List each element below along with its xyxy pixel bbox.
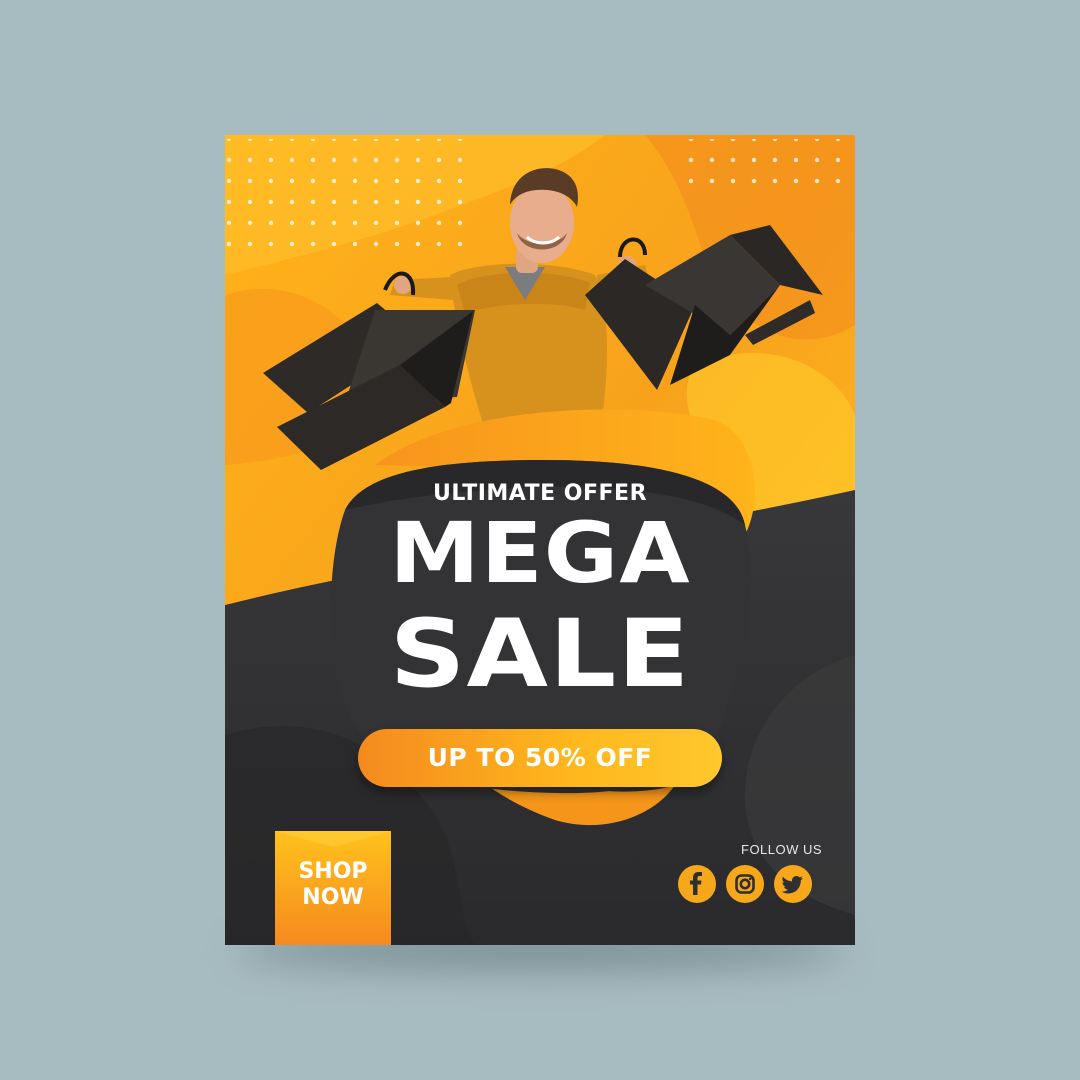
shop-now-line-1: SHOP [298, 859, 368, 884]
facebook-icon[interactable] [678, 865, 716, 903]
instagram-icon[interactable] [726, 865, 764, 903]
discount-text: UP TO 50% OFF [427, 743, 653, 772]
twitter-icon[interactable] [774, 865, 812, 903]
canvas: ULTIMATE OFFER MEGA SALE UP TO 50% OFF S… [0, 0, 1080, 1080]
shop-now-line-2: NOW [302, 885, 364, 910]
discount-pill: UP TO 50% OFF [358, 729, 722, 787]
shop-now-button[interactable]: SHOP NOW [275, 831, 391, 945]
headline-mega: MEGA [389, 504, 691, 602]
follow-us-label: FOLLOW US [741, 842, 823, 857]
sale-poster: ULTIMATE OFFER MEGA SALE UP TO 50% OFF S… [225, 135, 855, 945]
headline-sale: SALE [389, 600, 691, 709]
